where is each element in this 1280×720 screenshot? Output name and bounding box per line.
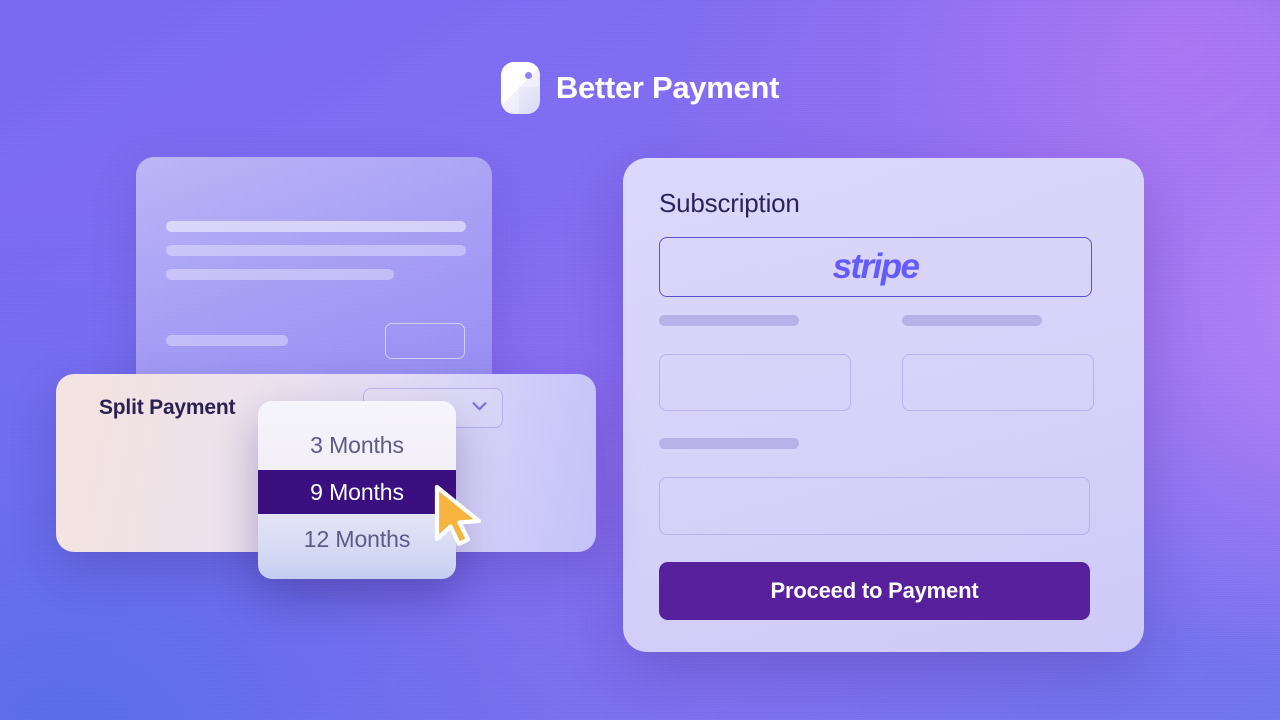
skeleton-line (166, 221, 466, 232)
proceed-to-payment-button[interactable]: Proceed to Payment (659, 562, 1090, 620)
brand-title: Better Payment (555, 70, 780, 105)
skeleton-line (166, 245, 466, 256)
stripe-logo-icon: stripe (832, 247, 920, 286)
dropdown-option-9-months[interactable]: 9 Months (258, 470, 456, 514)
dropdown-option-3-months[interactable]: 3 Months (258, 423, 456, 467)
split-payment-label: Split Payment (99, 396, 236, 419)
subscription-input-field[interactable] (659, 354, 851, 411)
duration-dropdown-menu[interactable]: 3 Months 9 Months 12 Months (258, 401, 456, 579)
promo-graphic-stage: Better Payment Subscription stripe Proce… (0, 0, 1280, 720)
brand-header: Better Payment (0, 62, 1280, 114)
field-label-skeleton (902, 315, 1042, 326)
skeleton-line (166, 335, 288, 346)
logo-corner-shape (518, 87, 540, 114)
chevron-down-icon (472, 402, 487, 411)
subscription-input-field[interactable] (659, 477, 1090, 535)
skeleton-line (166, 269, 394, 280)
subscription-input-field[interactable] (902, 354, 1094, 411)
placeholder-button-outline (385, 323, 465, 359)
subscription-title: Subscription (659, 188, 800, 218)
field-label-skeleton (659, 315, 799, 326)
field-label-skeleton (659, 438, 799, 449)
better-payment-logo-icon (500, 62, 540, 114)
dropdown-option-12-months[interactable]: 12 Months (258, 517, 456, 561)
logo-dot-shape (524, 72, 532, 79)
payment-gateway-stripe-option[interactable]: stripe (659, 237, 1092, 297)
subscription-card: Subscription stripe Proceed to Payment (623, 158, 1144, 652)
